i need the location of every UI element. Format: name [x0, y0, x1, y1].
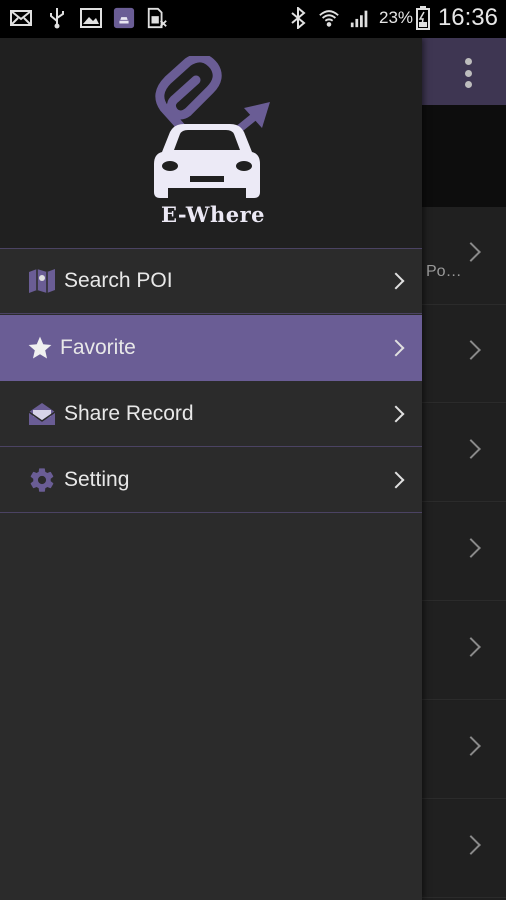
- usb-icon: [46, 7, 68, 29]
- menu-item-search-poi[interactable]: Search POI: [0, 248, 422, 314]
- menu-item-share-record[interactable]: Share Record: [0, 381, 422, 447]
- battery-percent: 23%: [379, 8, 414, 27]
- menu-item-label: Setting: [64, 467, 130, 491]
- clock: 16:36: [437, 4, 498, 31]
- chevron-right-icon: [387, 339, 405, 357]
- star-icon: [26, 334, 54, 362]
- menu-item-label: Search POI: [64, 269, 173, 292]
- wifi-icon: [318, 7, 340, 29]
- drawer-header: E-Where: [0, 38, 422, 248]
- signal-icon: [349, 7, 371, 29]
- status-bar: 23% 16:36: [0, 0, 506, 38]
- sim-icon: [146, 7, 168, 29]
- bluetooth-icon: [287, 7, 309, 29]
- chevron-right-icon: [387, 405, 405, 422]
- chevron-right-icon: [387, 471, 405, 488]
- chevron-right-icon: [461, 340, 481, 360]
- chevron-right-icon: [461, 439, 481, 459]
- chevron-right-icon: [461, 736, 481, 756]
- app-logo: E-Where: [148, 53, 278, 231]
- overflow-menu-icon[interactable]: [464, 58, 472, 88]
- chevron-right-icon: [387, 272, 405, 290]
- image-icon: [80, 7, 102, 29]
- map-icon: [28, 267, 56, 295]
- app-name: E-Where: [160, 202, 266, 227]
- list-item-text: Po…: [426, 263, 462, 280]
- menu-item-label: Share Record: [64, 401, 194, 425]
- menu-item-setting[interactable]: Setting: [0, 447, 422, 513]
- mail-icon: [10, 7, 32, 29]
- car-paperclip-logo-icon: [154, 53, 270, 198]
- battery-icon: [412, 6, 434, 30]
- chevron-right-icon: [461, 637, 481, 657]
- mail-open-icon: [28, 400, 56, 428]
- app-notification-icon: [113, 7, 135, 29]
- menu-item-favorite[interactable]: Favorite: [0, 315, 422, 381]
- chevron-right-icon: [461, 242, 481, 262]
- chevron-right-icon: [461, 538, 481, 558]
- navigation-drawer: E-Where Search POI Favorite Share Record…: [0, 38, 422, 900]
- menu-item-label: Favorite: [60, 336, 136, 359]
- chevron-right-icon: [461, 835, 481, 855]
- gear-icon: [28, 466, 56, 494]
